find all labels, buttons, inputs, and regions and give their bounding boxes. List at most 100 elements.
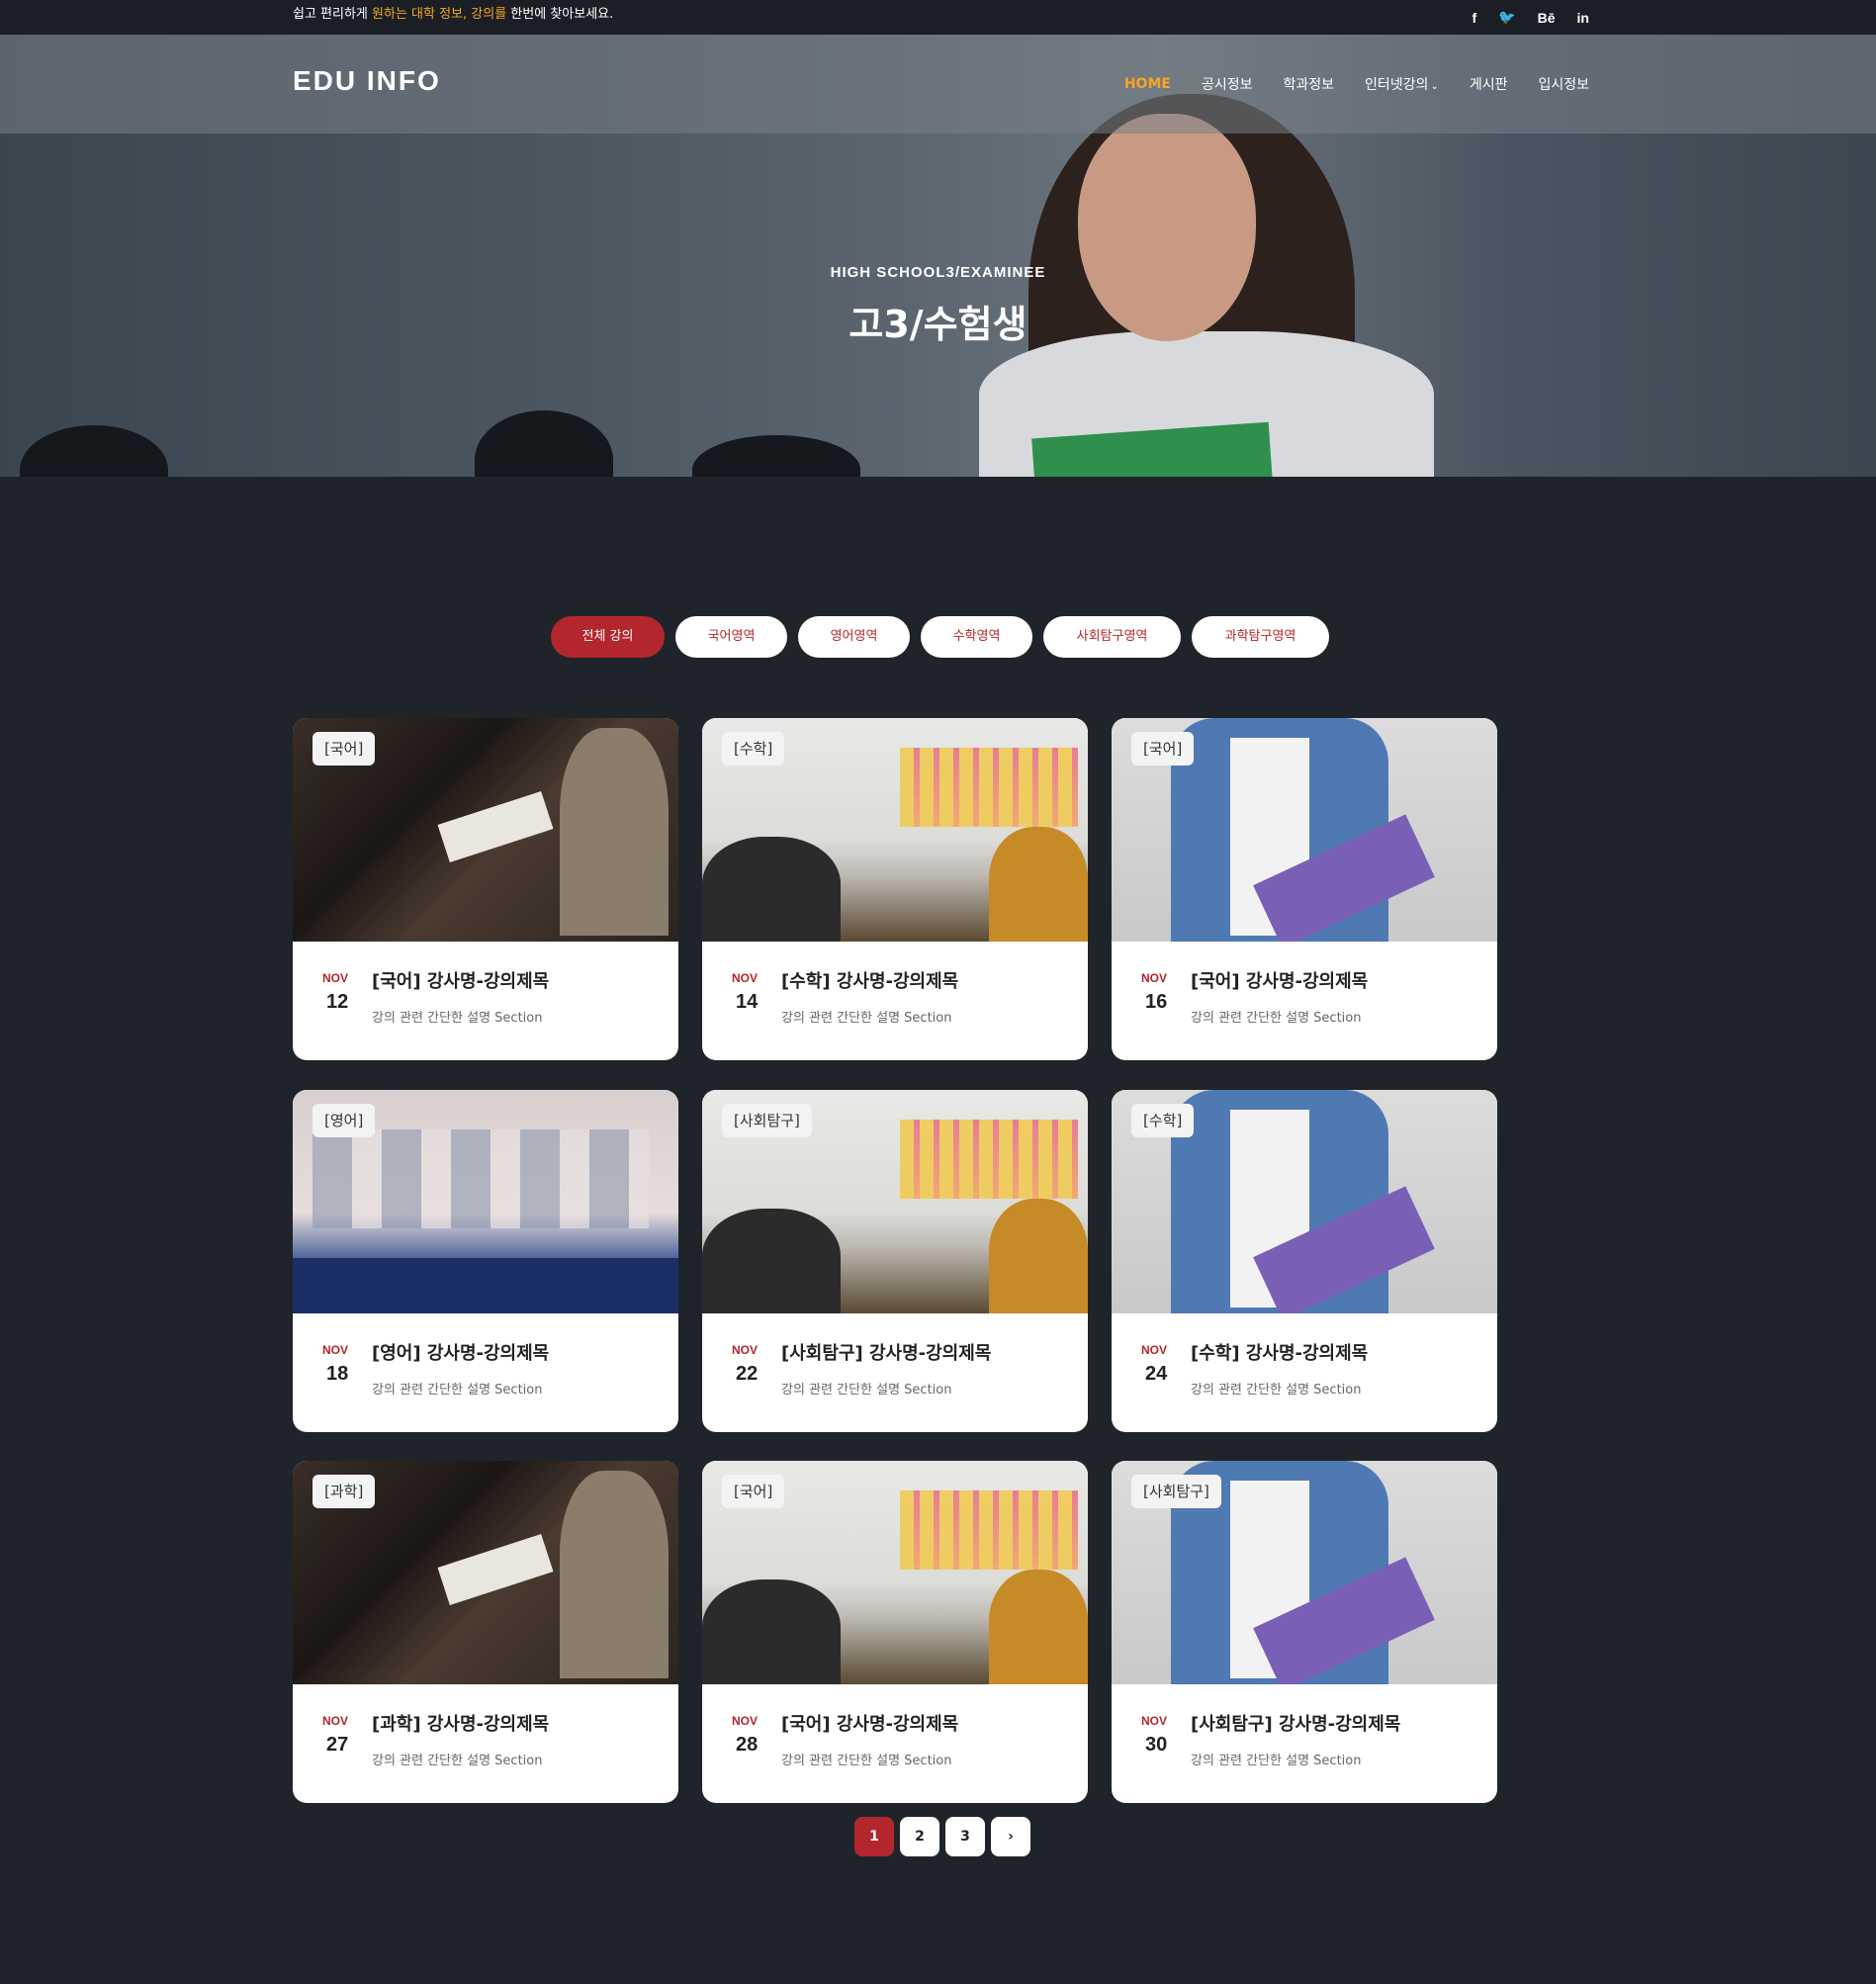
lecture-card[interactable]: [사회탐구] NOV 22 [사회탐구] 강사명-강의제목 강의 관련 간단한 … bbox=[702, 1090, 1088, 1432]
menu-item-disclosure[interactable]: 공시정보 bbox=[1202, 74, 1253, 94]
lecture-description: 강의 관련 간단한 설명 Section bbox=[1191, 1754, 1362, 1768]
date-day: 18 bbox=[326, 1363, 349, 1385]
filter-korean[interactable]: 국어영역 bbox=[675, 616, 787, 658]
date-day: 14 bbox=[736, 991, 759, 1013]
date-month: NOV bbox=[732, 971, 759, 985]
next-page-button[interactable]: › bbox=[991, 1817, 1030, 1856]
lecture-title[interactable]: [사회탐구] 강사명-강의제목 bbox=[781, 1339, 991, 1365]
lecture-title[interactable]: [수학] 강사명-강의제목 bbox=[781, 967, 958, 993]
thumbnail-detail bbox=[900, 1120, 1078, 1199]
date-day: 28 bbox=[736, 1734, 759, 1756]
lecture-description: 강의 관련 간단한 설명 Section bbox=[372, 1011, 543, 1026]
thumbnail-detail bbox=[989, 1570, 1088, 1684]
category-tag: [사회탐구] bbox=[1131, 1475, 1221, 1508]
lecture-card[interactable]: [국어] NOV 16 [국어] 강사명-강의제목 강의 관련 간단한 설명 S… bbox=[1112, 718, 1497, 1060]
hero-banner: EDU INFO HOME 공시정보 학과정보 인터넷강의 ⌄ 게시판 입시정보 … bbox=[0, 35, 1876, 477]
lecture-title[interactable]: [국어] 강사명-강의제목 bbox=[372, 967, 549, 993]
lecture-card[interactable]: [국어] NOV 12 [국어] 강사명-강의제목 강의 관련 간단한 설명 S… bbox=[293, 718, 678, 1060]
top-message-highlight: 원하는 대학 정보, 강의를 bbox=[372, 7, 507, 22]
lecture-card[interactable]: [사회탐구] NOV 30 [사회탐구] 강사명-강의제목 강의 관련 간단한 … bbox=[1112, 1461, 1497, 1803]
thumbnail-detail bbox=[702, 1209, 841, 1313]
site-logo[interactable]: EDU INFO bbox=[293, 65, 441, 97]
filter-math[interactable]: 수학영역 bbox=[921, 616, 1032, 658]
category-tag: [영어] bbox=[313, 1104, 376, 1137]
filter-all[interactable]: 전체 강의 bbox=[551, 616, 665, 658]
page-button-3[interactable]: 3 bbox=[945, 1817, 985, 1856]
lecture-title[interactable]: [수학] 강사명-강의제목 bbox=[1191, 1339, 1368, 1365]
lecture-card[interactable]: [영어] NOV 18 [영어] 강사명-강의제목 강의 관련 간단한 설명 S… bbox=[293, 1090, 678, 1432]
category-tag: [사회탐구] bbox=[722, 1104, 812, 1137]
thumbnail-detail bbox=[437, 1533, 554, 1606]
category-tag: [과학] bbox=[313, 1475, 376, 1508]
page-button-1[interactable]: 1 bbox=[854, 1817, 894, 1856]
thumbnail-detail bbox=[560, 728, 669, 936]
lecture-title[interactable]: [과학] 강사명-강의제목 bbox=[372, 1710, 549, 1736]
chevron-down-icon: ⌄ bbox=[1430, 81, 1439, 92]
twitter-icon[interactable]: 🐦 bbox=[1498, 9, 1515, 26]
linkedin-icon[interactable]: in bbox=[1577, 10, 1589, 26]
category-tag: [국어] bbox=[1131, 732, 1195, 766]
date-day: 30 bbox=[1145, 1734, 1168, 1756]
lecture-title[interactable]: [국어] 강사명-강의제목 bbox=[781, 1710, 958, 1736]
menu-item-online-lectures[interactable]: 인터넷강의 ⌄ bbox=[1365, 74, 1439, 94]
filter-social-studies[interactable]: 사회탐구영역 bbox=[1043, 616, 1181, 658]
behance-icon[interactable]: Bē bbox=[1538, 10, 1556, 26]
lecture-description: 강의 관련 간단한 설명 Section bbox=[372, 1383, 543, 1398]
lecture-description: 강의 관련 간단한 설명 Section bbox=[1191, 1383, 1362, 1398]
menu-item-home[interactable]: HOME bbox=[1124, 76, 1171, 92]
lecture-title[interactable]: [사회탐구] 강사명-강의제목 bbox=[1191, 1710, 1400, 1736]
hero-photo-detail bbox=[20, 425, 168, 477]
hero-title: 고3/수험생 bbox=[849, 303, 1027, 346]
top-strip: 쉽고 편리하게 원하는 대학 정보, 강의를 한번에 찾아보세요. f 🐦 Bē… bbox=[0, 0, 1876, 35]
thumbnail-detail bbox=[293, 1258, 678, 1313]
thumbnail-detail bbox=[989, 827, 1088, 942]
date-month: NOV bbox=[322, 971, 349, 985]
social-links: f 🐦 Bē in bbox=[1473, 0, 1589, 35]
date-day: 27 bbox=[326, 1734, 349, 1756]
filter-science[interactable]: 과학탐구영역 bbox=[1192, 616, 1329, 658]
thumbnail-detail bbox=[313, 1129, 649, 1228]
thumbnail-detail bbox=[900, 1490, 1078, 1570]
category-tag: [국어] bbox=[722, 1475, 785, 1508]
top-message: 쉽고 편리하게 원하는 대학 정보, 강의를 한번에 찾아보세요. bbox=[293, 0, 613, 35]
lecture-card[interactable]: [수학] NOV 14 [수학] 강사명-강의제목 강의 관련 간단한 설명 S… bbox=[702, 718, 1088, 1060]
category-tag: [수학] bbox=[1131, 1104, 1195, 1137]
menu-item-departments[interactable]: 학과정보 bbox=[1284, 74, 1335, 94]
lecture-title[interactable]: [국어] 강사명-강의제목 bbox=[1191, 967, 1368, 993]
page-button-2[interactable]: 2 bbox=[900, 1817, 939, 1856]
thumbnail-detail bbox=[560, 1471, 669, 1678]
hero-photo-detail bbox=[692, 435, 860, 477]
main-menu: HOME 공시정보 학과정보 인터넷강의 ⌄ 게시판 입시정보 bbox=[1124, 35, 1589, 134]
category-tag: [수학] bbox=[722, 732, 785, 766]
filter-english[interactable]: 영어영역 bbox=[798, 616, 910, 658]
menu-item-online-lectures-label: 인터넷강의 bbox=[1365, 77, 1429, 93]
date-day: 12 bbox=[326, 991, 349, 1013]
date-day: 16 bbox=[1145, 991, 1168, 1013]
date-month: NOV bbox=[732, 1343, 759, 1357]
lecture-description: 강의 관련 간단한 설명 Section bbox=[781, 1383, 952, 1398]
date-month: NOV bbox=[1141, 1714, 1168, 1728]
thumbnail-detail bbox=[437, 790, 554, 863]
lecture-description: 강의 관련 간단한 설명 Section bbox=[372, 1754, 543, 1768]
hero-subtitle: HIGH SCHOOL3/EXAMINEE bbox=[830, 264, 1046, 281]
top-message-post: 한번에 찾아보세요. bbox=[506, 7, 614, 22]
date-month: NOV bbox=[322, 1714, 349, 1728]
lecture-description: 강의 관련 간단한 설명 Section bbox=[1191, 1011, 1362, 1026]
date-day: 24 bbox=[1145, 1363, 1168, 1385]
lecture-description: 강의 관련 간단한 설명 Section bbox=[781, 1754, 952, 1768]
top-message-pre: 쉽고 편리하게 bbox=[293, 7, 373, 22]
thumbnail-detail bbox=[702, 1579, 841, 1684]
date-month: NOV bbox=[322, 1343, 349, 1357]
menu-item-board[interactable]: 게시판 bbox=[1470, 74, 1508, 94]
date-month: NOV bbox=[1141, 1343, 1168, 1357]
category-filters: 전체 강의 국어영역 영어영역 수학영역 사회탐구영역 과학탐구영역 bbox=[551, 616, 1329, 658]
thumbnail-detail bbox=[702, 837, 841, 942]
lecture-title[interactable]: [영어] 강사명-강의제목 bbox=[372, 1339, 549, 1365]
lecture-card[interactable]: [국어] NOV 28 [국어] 강사명-강의제목 강의 관련 간단한 설명 S… bbox=[702, 1461, 1088, 1803]
facebook-icon[interactable]: f bbox=[1473, 10, 1477, 26]
lecture-card[interactable]: [수학] NOV 24 [수학] 강사명-강의제목 강의 관련 간단한 설명 S… bbox=[1112, 1090, 1497, 1432]
lecture-card[interactable]: [과학] NOV 27 [과학] 강사명-강의제목 강의 관련 간단한 설명 S… bbox=[293, 1461, 678, 1803]
menu-item-admissions[interactable]: 입시정보 bbox=[1538, 74, 1589, 94]
date-day: 22 bbox=[736, 1363, 759, 1385]
thumbnail-detail bbox=[900, 748, 1078, 827]
